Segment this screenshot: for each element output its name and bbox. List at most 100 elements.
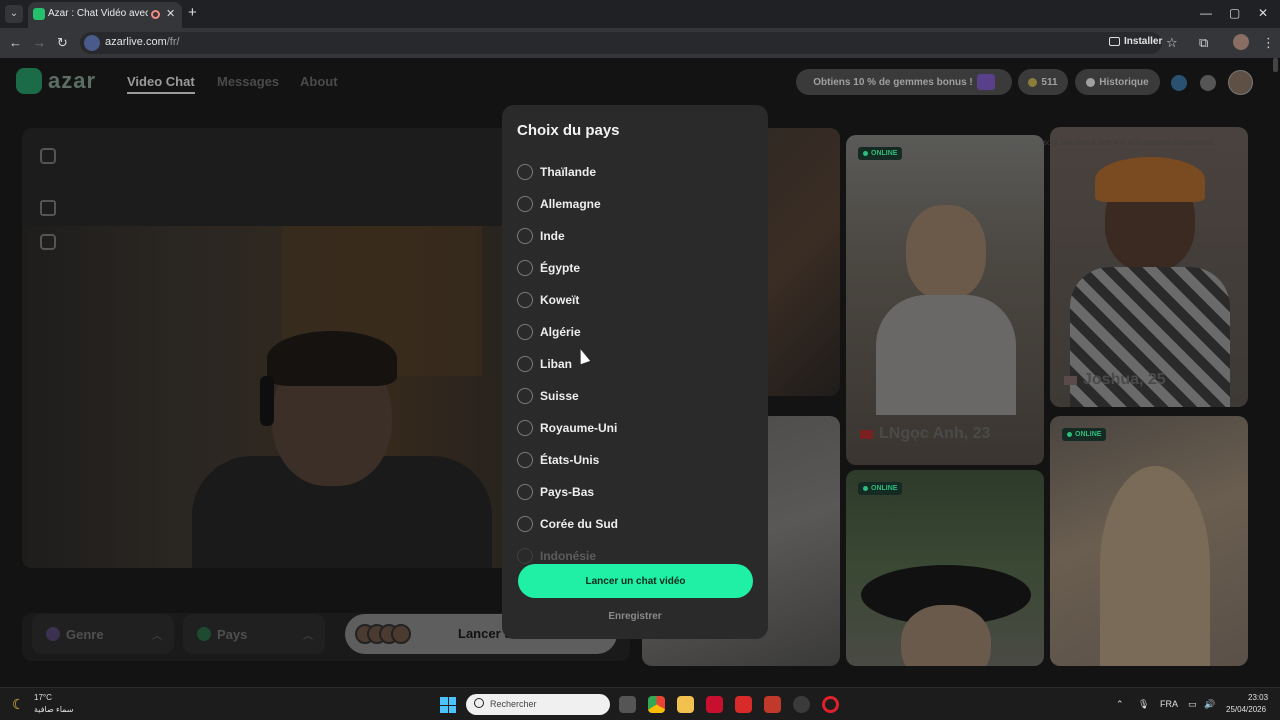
install-app-button[interactable]: Installer xyxy=(1104,33,1167,50)
country-label: Inde xyxy=(540,229,565,243)
shop-icon[interactable] xyxy=(1171,75,1187,91)
radio-button[interactable] xyxy=(517,196,533,212)
adobe-app-icon[interactable] xyxy=(706,696,723,713)
url-host: azarlive.com xyxy=(105,36,167,48)
file-explorer-icon[interactable] xyxy=(677,696,694,713)
new-tab-button[interactable]: + xyxy=(188,4,197,21)
country-option[interactable]: Thaïlande xyxy=(517,156,757,188)
close-window-button[interactable]: ✕ xyxy=(1258,6,1268,20)
profile-photo xyxy=(906,205,986,300)
back-icon[interactable]: ← xyxy=(9,35,22,50)
vietnam-flag-icon xyxy=(860,429,873,439)
online-badge: ONLINE xyxy=(858,147,903,160)
online-badge: ONLINE xyxy=(858,482,903,495)
radio-button[interactable] xyxy=(517,356,533,372)
address-bar[interactable]: azarlive.com/fr/ xyxy=(80,32,1162,54)
country-option[interactable]: Allemagne xyxy=(517,188,757,220)
country-filter[interactable]: Pays ︿ xyxy=(183,614,325,654)
profile-card[interactable]: ONLINE xyxy=(846,470,1044,666)
browser-menu-icon[interactable]: ⋮ xyxy=(1262,35,1275,51)
expand-icon[interactable] xyxy=(40,148,56,164)
input-language[interactable]: FRA xyxy=(1160,699,1178,709)
task-view-icon[interactable] xyxy=(619,696,636,713)
preview-avatars xyxy=(355,624,411,644)
mask-icon[interactable] xyxy=(40,234,56,250)
news-app-icon[interactable] xyxy=(764,696,781,713)
nav-video-chat[interactable]: Video Chat xyxy=(127,74,195,94)
country-option[interactable]: Pays-Bas xyxy=(517,476,757,508)
profile-card[interactable]: ONLINE xyxy=(1050,416,1248,666)
show-hidden-icons-icon[interactable]: ⌃ xyxy=(1116,699,1124,710)
browser-profile-avatar[interactable] xyxy=(1233,34,1249,50)
minimize-button[interactable]: — xyxy=(1200,6,1212,20)
forward-icon[interactable]: → xyxy=(33,35,46,50)
gem-balance[interactable]: 511 xyxy=(1018,69,1068,95)
url-text: azarlive.com/fr/ xyxy=(105,36,180,48)
country-label: Pays-Bas xyxy=(540,485,595,499)
notification-bell-icon[interactable] xyxy=(1200,75,1216,91)
country-option[interactable]: Corée du Sud xyxy=(517,508,757,540)
country-list: Thaïlande Allemagne Inde Égypte Koweït A… xyxy=(517,156,757,572)
windows-start-icon[interactable] xyxy=(440,697,456,713)
radio-button[interactable] xyxy=(517,292,533,308)
country-label: Indonésie xyxy=(540,549,597,563)
chrome-app-icon[interactable] xyxy=(648,696,665,713)
radio-button[interactable] xyxy=(517,164,533,180)
gift-icon xyxy=(976,74,995,90)
profile-card-joshua[interactable]: Joshua, 25 xyxy=(1050,127,1248,407)
microphone-icon[interactable]: 🎙 xyxy=(1138,699,1149,710)
volume-icon[interactable]: 🔊 xyxy=(1204,699,1215,710)
magic-effects-icon[interactable] xyxy=(40,200,56,216)
country-label: Égypte xyxy=(540,261,581,275)
obs-app-icon[interactable] xyxy=(793,696,810,713)
tab-search-button[interactable]: ⌄ xyxy=(5,5,23,23)
gem-bonus-promo[interactable]: Obtiens 10 % de gemmes bonus ! xyxy=(796,69,1012,95)
page-scrollbar[interactable] xyxy=(1273,58,1278,72)
radio-button[interactable] xyxy=(517,452,533,468)
country-option[interactable]: Égypte xyxy=(517,252,757,284)
azar-favicon-icon xyxy=(33,8,45,20)
country-option[interactable]: Inde xyxy=(517,220,757,252)
nav-messages[interactable]: Messages xyxy=(217,74,279,89)
radio-button[interactable] xyxy=(517,420,533,436)
country-option[interactable]: Algérie xyxy=(517,316,757,348)
profile-card-ngoc-anh[interactable]: ONLINE LNgọc Anh, 23 xyxy=(846,135,1044,465)
moon-weather-icon[interactable]: ☾ xyxy=(12,696,25,713)
reload-icon[interactable]: ↻ xyxy=(57,35,68,51)
start-video-chat-button[interactable]: Lancer un chat vidéo xyxy=(518,564,753,598)
tab-close-icon[interactable]: ✕ xyxy=(166,7,175,20)
extensions-icon[interactable]: ⧉ xyxy=(1199,35,1208,51)
country-option[interactable]: Suisse xyxy=(517,380,757,412)
history-button[interactable]: Historique xyxy=(1075,69,1160,95)
gender-filter-label: Genre xyxy=(66,627,104,642)
country-option[interactable]: Liban xyxy=(517,348,757,380)
country-option[interactable]: Royaume-Uni xyxy=(517,412,757,444)
country-label: Corée du Sud xyxy=(540,517,619,531)
network-icon[interactable]: ▭ xyxy=(1188,699,1197,710)
clock-date[interactable]: 25/04/2026 xyxy=(1226,705,1266,714)
red-app-icon[interactable] xyxy=(735,696,752,713)
opera-app-icon[interactable] xyxy=(822,696,839,713)
site-info-icon[interactable] xyxy=(84,35,100,51)
maximize-button[interactable]: ▢ xyxy=(1229,6,1240,20)
radio-button[interactable] xyxy=(517,324,533,340)
save-button[interactable]: Enregistrer xyxy=(502,611,768,622)
tab-azar[interactable]: Azar : Chat Vidéo avec de n ✕ xyxy=(28,2,182,28)
clock-time[interactable]: 23:03 xyxy=(1248,693,1268,702)
radio-button[interactable] xyxy=(517,260,533,276)
tab-title: Azar : Chat Vidéo avec de n xyxy=(48,8,148,19)
taskbar-search[interactable]: Rechercher xyxy=(466,694,610,715)
user-avatar[interactable] xyxy=(1228,70,1253,95)
chevron-up-icon: ︿ xyxy=(152,631,162,642)
country-option[interactable]: États-Unis xyxy=(517,444,757,476)
radio-button[interactable] xyxy=(517,228,533,244)
radio-button[interactable] xyxy=(517,484,533,500)
radio-button[interactable] xyxy=(517,388,533,404)
nav-about[interactable]: About xyxy=(300,74,338,89)
azar-logo[interactable]: azar xyxy=(16,68,96,94)
radio-button[interactable] xyxy=(517,516,533,532)
radio-button[interactable] xyxy=(517,548,533,564)
bookmark-star-icon[interactable]: ☆ xyxy=(1166,35,1178,51)
country-option[interactable]: Koweït xyxy=(517,284,757,316)
gender-filter[interactable]: Genre ︿ xyxy=(32,614,174,654)
